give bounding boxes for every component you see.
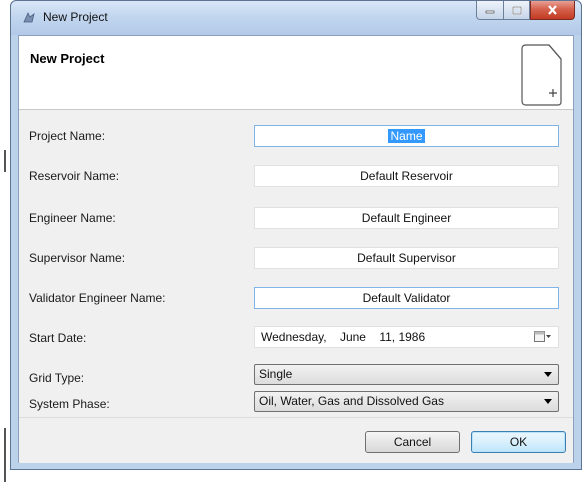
close-button[interactable]: [530, 1, 575, 20]
start-date-label: Start Date:: [29, 331, 87, 345]
dialog-footer: Cancel OK: [19, 417, 573, 463]
header-title: New Project: [30, 51, 105, 66]
chevron-down-icon: [544, 372, 552, 377]
validator-name-label: Validator Engineer Name:: [29, 291, 166, 305]
dialog-header: New Project: [19, 36, 573, 110]
maximize-button[interactable]: [503, 1, 530, 20]
system-phase-label: System Phase:: [29, 397, 110, 411]
start-date-day-year: 11, 1986: [379, 330, 426, 344]
chevron-down-icon: [544, 399, 552, 404]
cancel-button[interactable]: Cancel: [365, 431, 460, 453]
minimize-button[interactable]: [476, 1, 503, 20]
close-icon: [548, 5, 557, 15]
start-date-weekday: Wednesday,: [261, 330, 327, 344]
supervisor-name-input[interactable]: Default Supervisor: [254, 247, 559, 269]
desktop-background: [0, 0, 10, 482]
calendar-dropdown-icon[interactable]: [534, 331, 552, 343]
start-date-picker[interactable]: Wednesday, June 11, 1986: [254, 326, 559, 348]
window-title: New Project: [43, 10, 108, 24]
maximize-icon: [511, 5, 522, 15]
engineer-name-input[interactable]: Default Engineer: [254, 207, 559, 229]
new-project-dialog: New Project New Project Project Name: Na…: [10, 0, 582, 470]
grid-type-value: Single: [259, 367, 293, 381]
project-name-input[interactable]: Name: [254, 125, 559, 147]
engineer-name-label: Engineer Name:: [29, 211, 116, 225]
dialog-client-area: New Project Project Name: Name Reservoir…: [18, 35, 574, 463]
validator-name-input[interactable]: Default Validator: [254, 287, 559, 309]
supervisor-name-label: Supervisor Name:: [29, 251, 126, 265]
new-document-icon: [521, 44, 562, 106]
reservoir-name-label: Reservoir Name:: [29, 169, 120, 183]
desktop-edge-mark: [4, 428, 6, 482]
system-phase-value: Oil, Water, Gas and Dissolved Gas: [259, 394, 444, 408]
start-date-month: June: [339, 330, 366, 344]
grid-type-select[interactable]: Single: [254, 364, 559, 385]
ok-button[interactable]: OK: [471, 431, 566, 453]
project-name-label: Project Name:: [29, 129, 106, 143]
caption-buttons: [476, 1, 575, 21]
grid-type-label: Grid Type:: [29, 371, 85, 385]
desktop-edge-mark: [4, 150, 6, 172]
system-phase-select[interactable]: Oil, Water, Gas and Dissolved Gas: [254, 391, 559, 412]
project-form: Project Name: Name Reservoir Name: Defau…: [19, 110, 573, 417]
minimize-icon: [485, 10, 495, 14]
project-name-value: Name: [388, 129, 425, 143]
app-icon: [23, 12, 35, 23]
title-bar[interactable]: New Project: [11, 1, 581, 35]
reservoir-name-input[interactable]: Default Reservoir: [254, 165, 559, 187]
